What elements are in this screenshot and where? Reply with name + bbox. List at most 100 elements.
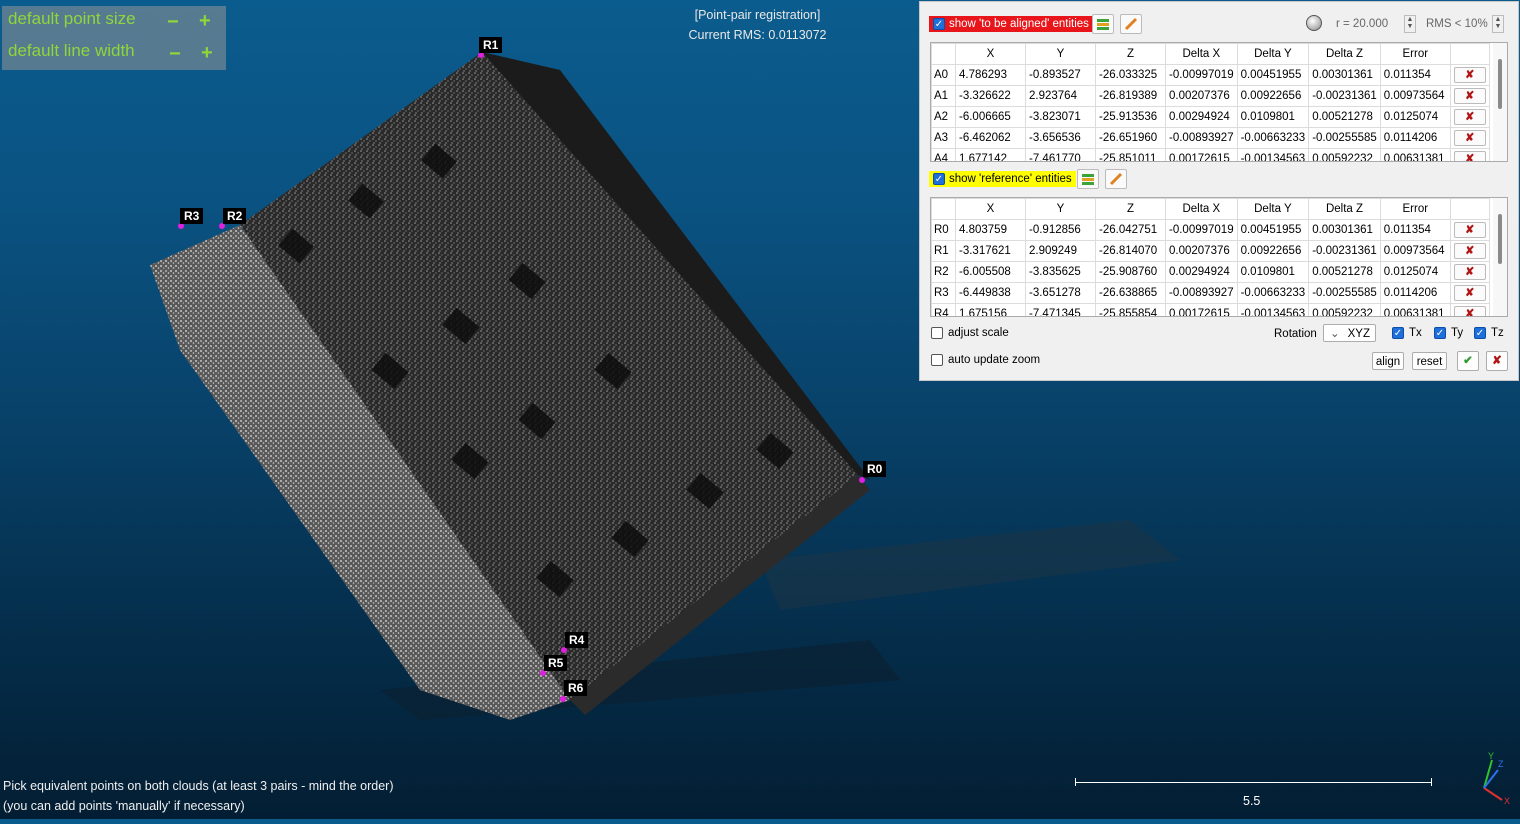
cell-y: -3.823071 <box>1025 106 1096 128</box>
column-header: X <box>955 43 1026 65</box>
pencil-icon <box>1124 17 1138 31</box>
ty-label: Ty <box>1451 327 1464 339</box>
layers-icon <box>1082 174 1094 185</box>
row-id: A1 <box>931 85 956 107</box>
cell-err: 0.0114206 <box>1379 127 1451 149</box>
point-size-increase-button[interactable]: + <box>199 11 211 31</box>
cell-z: -25.851011 <box>1095 148 1166 161</box>
delete-cell: ✘ <box>1449 85 1490 107</box>
cell-dz: -0.00255585 <box>1308 127 1381 149</box>
cell-y: -7.461770 <box>1025 148 1096 161</box>
row-id: R2 <box>931 261 956 283</box>
ty-checkbox[interactable]: ✓ <box>1434 327 1446 339</box>
aligned-toggle[interactable]: ✓ show 'to be aligned' entities <box>929 14 1093 34</box>
point-label-r3: R3 <box>180 208 204 224</box>
cell-dy: -0.00663233 <box>1236 282 1310 304</box>
cell-dy: 0.00451955 <box>1236 219 1310 241</box>
cell-dx: -0.00893927 <box>1165 282 1238 304</box>
point-size-decrease-button[interactable]: − <box>167 12 179 32</box>
cell-dz: 0.00592232 <box>1308 303 1381 316</box>
reference-table-scrollbar[interactable] <box>1493 198 1507 316</box>
delete-row-icon[interactable]: ✘ <box>1453 243 1486 259</box>
table-row[interactable]: R1 -3.317621 2.909249 -26.814070 0.00207376 0… <box>931 240 1490 262</box>
delete-row-icon[interactable]: ✘ <box>1453 151 1486 161</box>
sphere-icon[interactable] <box>1306 15 1322 31</box>
cell-dz: 0.00521278 <box>1308 106 1381 128</box>
delete-row-icon[interactable]: ✘ <box>1453 88 1486 104</box>
column-header: X <box>955 198 1026 220</box>
rotation-label: Rotation <box>1274 328 1317 340</box>
table-row[interactable]: R4 1.675156 -7.471345 -25.855854 0.00172615-… <box>931 303 1490 316</box>
cell-y: -3.656536 <box>1025 127 1096 149</box>
cell-y: -0.893527 <box>1025 64 1096 86</box>
cell-x: 1.675156 <box>955 303 1026 316</box>
tz-checkbox[interactable]: ✓ <box>1474 327 1486 339</box>
delete-row-icon[interactable]: ✘ <box>1453 306 1486 316</box>
tx-label: Tx <box>1409 327 1422 339</box>
tx-checkbox[interactable]: ✓ <box>1392 327 1404 339</box>
cell-z: -26.638865 <box>1095 282 1166 304</box>
aligned-checkbox[interactable]: ✓ <box>933 18 945 30</box>
row-id: R4 <box>931 303 956 316</box>
reference-label: show 'reference' entities <box>949 173 1072 185</box>
cell-y: -3.651278 <box>1025 282 1096 304</box>
delete-cell: ✘ <box>1449 282 1490 304</box>
column-header: Delta X <box>1165 43 1238 65</box>
reference-toggle[interactable]: ✓ show 'reference' entities <box>929 169 1076 189</box>
auto-update-zoom-checkbox[interactable] <box>931 354 943 366</box>
cell-z: -25.908760 <box>1095 261 1166 283</box>
rms-spinner[interactable]: ▲ ▼ <box>1492 15 1504 33</box>
cell-dy: -0.00134563 <box>1236 148 1310 161</box>
aligned-export-button[interactable] <box>1092 14 1114 34</box>
aligned-edit-button[interactable] <box>1120 14 1142 34</box>
reference-export-button[interactable] <box>1077 169 1099 189</box>
cell-z: -26.814070 <box>1095 240 1166 262</box>
delete-row-icon[interactable]: ✘ <box>1453 222 1486 238</box>
rotation-select[interactable]: ⌄ XYZ <box>1323 324 1376 342</box>
cancel-icon[interactable]: ✘ <box>1486 351 1508 371</box>
delete-row-icon[interactable]: ✘ <box>1453 130 1486 146</box>
cell-dx: 0.00294924 <box>1165 106 1238 128</box>
point-label-r5: R5 <box>544 655 568 671</box>
reset-button[interactable]: reset <box>1412 352 1447 370</box>
column-header: Delta Y <box>1236 198 1310 220</box>
column-header: Y <box>1025 43 1096 65</box>
align-button[interactable]: align <box>1372 352 1404 370</box>
delete-row-icon[interactable]: ✘ <box>1453 109 1486 125</box>
table-row[interactable]: A1 -3.326622 2.923764 -26.819389 0.00207376 0… <box>931 85 1490 107</box>
cell-dx: 0.00207376 <box>1165 85 1238 107</box>
table-row[interactable]: A4 1.677142 -7.461770 -25.851011 0.00172615-… <box>931 148 1490 161</box>
table-row[interactable]: A2 -6.006665 -3.823071 -25.913536 0.00294924… <box>931 106 1490 128</box>
table-row[interactable]: R2 -6.005508 -3.835625 -25.908760 0.00294924… <box>931 261 1490 283</box>
aligned-table-scrollbar[interactable] <box>1493 43 1507 161</box>
line-width-increase-button[interactable]: + <box>201 43 213 63</box>
reference-checkbox[interactable]: ✓ <box>933 173 945 185</box>
table-row[interactable]: A0 4.786293 -0.893527 -26.033325 -0.00997019… <box>931 64 1490 86</box>
table-row[interactable]: A3 -6.462062 -3.656536 -26.651960 -0.0089392… <box>931 127 1490 149</box>
delete-row-icon[interactable]: ✘ <box>1453 67 1486 83</box>
reference-edit-button[interactable] <box>1105 169 1127 189</box>
cell-err: 0.00631381 <box>1379 303 1451 316</box>
rms-filter-label: RMS < 10% <box>1426 18 1488 30</box>
table-row[interactable]: R0 4.803759 -0.912856 -26.042751 -0.00997019… <box>931 219 1490 241</box>
cell-dy: -0.00663233 <box>1236 127 1310 149</box>
delete-row-icon[interactable]: ✘ <box>1453 285 1486 301</box>
confirm-icon[interactable]: ✔ <box>1457 351 1479 371</box>
radius-spinner[interactable]: ▲ ▼ <box>1404 15 1416 33</box>
cell-dx: 0.00207376 <box>1165 240 1238 262</box>
point-label-r4: R4 <box>565 632 589 648</box>
delete-cell: ✘ <box>1449 240 1490 262</box>
cell-err: 0.0114206 <box>1379 282 1451 304</box>
point-label-r1: R1 <box>479 37 503 53</box>
delete-cell: ✘ <box>1449 127 1490 149</box>
adjust-scale-checkbox[interactable] <box>931 327 943 339</box>
scale-value: 5.5 <box>1243 794 1261 808</box>
cell-dy: 0.00451955 <box>1236 64 1310 86</box>
delete-row-icon[interactable]: ✘ <box>1453 264 1486 280</box>
cell-dx: -0.00997019 <box>1165 219 1238 241</box>
delete-cell: ✘ <box>1449 148 1490 161</box>
line-width-decrease-button[interactable]: − <box>169 44 181 64</box>
cell-err: 0.0125074 <box>1379 261 1451 283</box>
cell-x: -6.462062 <box>955 127 1026 149</box>
table-row[interactable]: R3 -6.449838 -3.651278 -26.638865 -0.0089392… <box>931 282 1490 304</box>
